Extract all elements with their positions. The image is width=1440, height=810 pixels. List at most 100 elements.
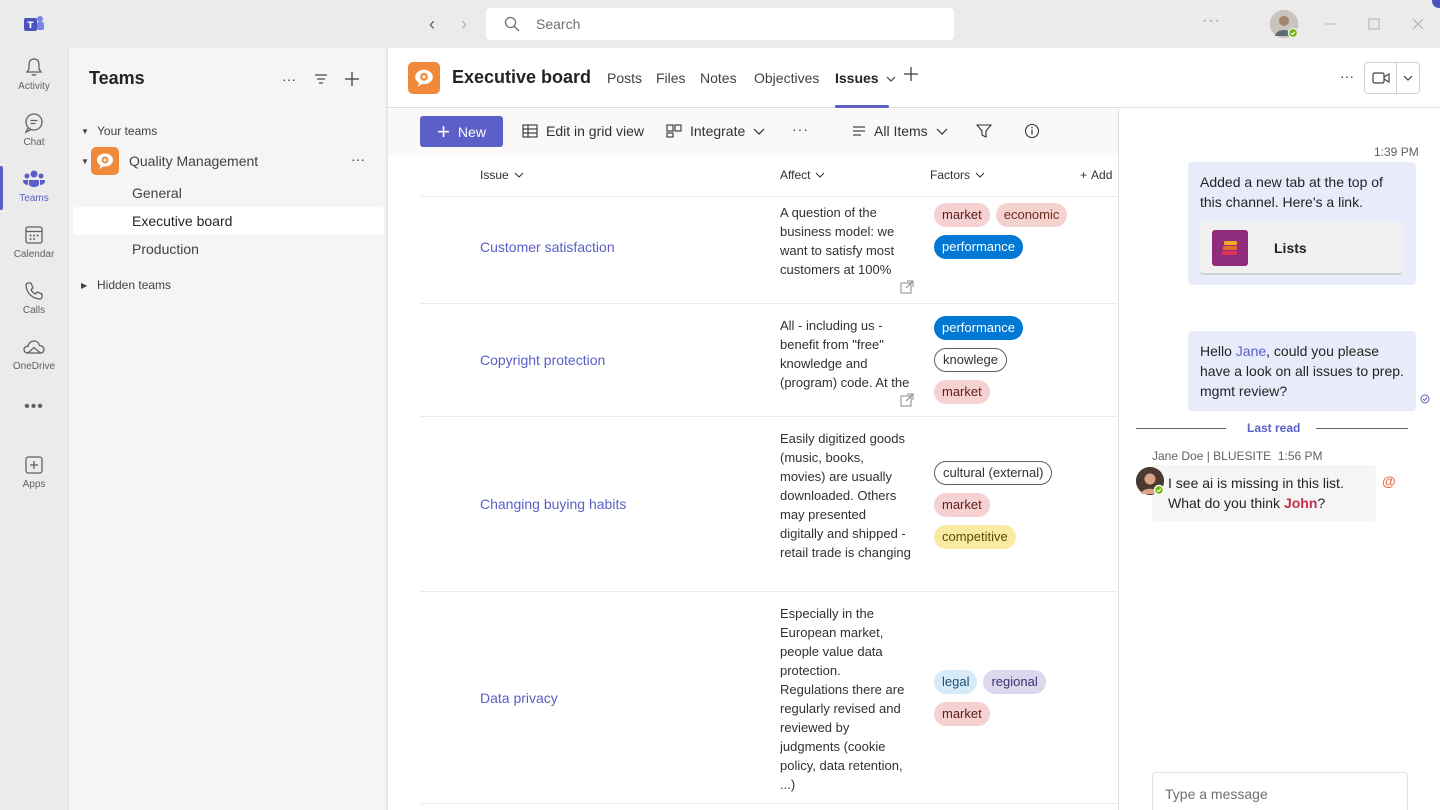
list-header: Issue Affect Factors + Add bbox=[420, 155, 1118, 197]
filter-button[interactable] bbox=[976, 123, 1000, 139]
lists-app-icon bbox=[1212, 229, 1248, 266]
meet-button[interactable] bbox=[1364, 62, 1420, 94]
affect-text: All - including us - benefit from "free"… bbox=[780, 318, 910, 390]
chevron-down-icon bbox=[887, 76, 896, 82]
more-icon: ••• bbox=[24, 398, 44, 415]
rail-calls[interactable]: Calls bbox=[0, 272, 68, 328]
your-teams-section[interactable]: ▼ Your teams bbox=[81, 124, 157, 138]
integrate-button[interactable]: Integrate bbox=[666, 123, 773, 139]
mention-jane[interactable]: Jane bbox=[1236, 343, 1266, 359]
profile-avatar[interactable] bbox=[1270, 10, 1299, 39]
factor-tag: legal bbox=[934, 670, 978, 694]
filter-icon[interactable] bbox=[309, 68, 333, 90]
forward-icon[interactable]: › bbox=[452, 12, 476, 36]
factors-tags: legal regional market bbox=[934, 670, 1074, 734]
tab-issues[interactable]: Issues bbox=[835, 70, 896, 86]
add-column-button[interactable]: + Add bbox=[1080, 168, 1112, 182]
chevron-down-icon[interactable] bbox=[1397, 63, 1419, 93]
channel-production[interactable]: Production bbox=[73, 235, 384, 263]
rail-apps[interactable]: Apps bbox=[0, 446, 68, 502]
rail-onedrive[interactable]: OneDrive bbox=[0, 328, 68, 384]
settings-more-icon[interactable]: ··· bbox=[1202, 12, 1221, 30]
column-header-issue[interactable]: Issue bbox=[480, 168, 524, 182]
close-icon[interactable] bbox=[1408, 14, 1428, 34]
factor-tag: market bbox=[934, 493, 990, 517]
factor-tag: market bbox=[934, 203, 990, 227]
affect-text: A question of the business model: we wan… bbox=[780, 205, 895, 277]
info-icon bbox=[1024, 123, 1040, 139]
minimize-icon[interactable] bbox=[1320, 14, 1340, 34]
table-row[interactable]: Customer satisfaction A question of the … bbox=[420, 197, 1118, 304]
issue-link[interactable]: Customer satisfaction bbox=[480, 239, 615, 255]
new-item-button[interactable]: + New bbox=[420, 116, 503, 147]
corner-indicator bbox=[1432, 0, 1440, 8]
search-input[interactable]: Search bbox=[486, 8, 954, 40]
chevron-down-icon bbox=[936, 128, 948, 135]
plus-icon: + bbox=[1080, 168, 1088, 182]
rail-more[interactable]: ••• bbox=[0, 394, 68, 450]
rail-calendar[interactable]: Calendar bbox=[0, 216, 68, 272]
open-external-icon[interactable] bbox=[900, 393, 914, 410]
view-selector[interactable]: All Items bbox=[852, 123, 956, 139]
factor-tag: competitive bbox=[934, 525, 1016, 549]
rail-chat[interactable]: Chat bbox=[0, 104, 68, 160]
bell-icon bbox=[25, 58, 43, 76]
issue-link[interactable]: Data privacy bbox=[480, 690, 558, 706]
issue-link[interactable]: Copyright protection bbox=[480, 352, 605, 368]
seen-check-icon bbox=[1420, 394, 1430, 407]
lists-link-card[interactable]: Lists bbox=[1200, 222, 1403, 275]
table-row[interactable]: Copyright protection All - including us … bbox=[420, 304, 1118, 417]
team-quality-management[interactable]: ▼ Quality Management ··· bbox=[81, 146, 381, 176]
message-bubble: Hello Jane, could you please have a look… bbox=[1188, 331, 1416, 411]
open-external-icon[interactable] bbox=[900, 280, 914, 297]
table-row[interactable]: Data privacy Especially in the European … bbox=[420, 592, 1118, 804]
rail-activity[interactable]: Activity bbox=[0, 48, 68, 104]
integrate-icon bbox=[666, 124, 682, 138]
factors-tags: cultural (external) market competitive bbox=[934, 461, 1074, 557]
column-header-affect[interactable]: Affect bbox=[780, 168, 825, 182]
more-options-icon[interactable]: ··· bbox=[277, 68, 301, 90]
compose-box[interactable]: Type a message bbox=[1152, 772, 1408, 810]
tab-files[interactable]: Files bbox=[656, 70, 686, 86]
factor-tag: economic bbox=[995, 203, 1068, 227]
filter-icon bbox=[976, 124, 992, 138]
tab-objectives[interactable]: Objectives bbox=[754, 70, 819, 86]
channel-executive-board[interactable]: Executive board bbox=[73, 207, 384, 235]
caret-right-icon: ▶ bbox=[81, 280, 88, 290]
maximize-icon[interactable] bbox=[1364, 14, 1384, 34]
table-row[interactable]: Changing buying habits Easily digitized … bbox=[420, 417, 1118, 592]
chevron-down-icon bbox=[753, 128, 765, 135]
search-placeholder: Search bbox=[536, 16, 581, 32]
mention-john[interactable]: John bbox=[1284, 495, 1317, 511]
factor-tag: market bbox=[934, 380, 990, 404]
header-more-icon[interactable]: ··· bbox=[1340, 68, 1354, 84]
hidden-teams-section[interactable]: ▶ Hidden teams bbox=[81, 278, 171, 292]
add-team-icon[interactable] bbox=[340, 68, 364, 90]
team-more-icon[interactable]: ··· bbox=[351, 151, 365, 167]
back-icon[interactable]: ‹ bbox=[420, 12, 444, 36]
channel-general[interactable]: General bbox=[73, 179, 384, 207]
issue-link[interactable]: Changing buying habits bbox=[480, 496, 626, 512]
message-bubble: Added a new tab at the top of this chann… bbox=[1188, 162, 1416, 285]
mention-at-icon: @ bbox=[1382, 473, 1396, 489]
phone-icon bbox=[25, 282, 43, 300]
chat-pane: 1:39 PM Added a new tab at the top of th… bbox=[1120, 109, 1440, 810]
sender-avatar[interactable] bbox=[1136, 467, 1165, 496]
add-tab-icon[interactable] bbox=[903, 66, 919, 85]
rail-teams[interactable]: Teams bbox=[0, 160, 68, 216]
factors-tags: performance knowlege market bbox=[934, 316, 1074, 412]
grid-icon bbox=[522, 124, 538, 138]
cmd-more-icon[interactable]: ··· bbox=[792, 121, 809, 137]
info-button[interactable] bbox=[1024, 123, 1048, 139]
chevron-down-icon bbox=[514, 172, 524, 178]
active-tab-indicator bbox=[835, 105, 889, 108]
tab-posts[interactable]: Posts bbox=[607, 70, 642, 86]
video-camera-icon[interactable] bbox=[1365, 63, 1397, 93]
tab-notes[interactable]: Notes bbox=[700, 70, 737, 86]
card-title: Lists bbox=[1274, 239, 1307, 256]
affect-text: Easily digitized goods (music, books, mo… bbox=[780, 431, 911, 560]
command-bar: + New Edit in grid view Integrate ··· Al… bbox=[388, 109, 1118, 155]
message-timestamp: 1:39 PM bbox=[1374, 145, 1419, 159]
edit-grid-view-button[interactable]: Edit in grid view bbox=[522, 123, 644, 139]
column-header-factors[interactable]: Factors bbox=[930, 168, 985, 182]
